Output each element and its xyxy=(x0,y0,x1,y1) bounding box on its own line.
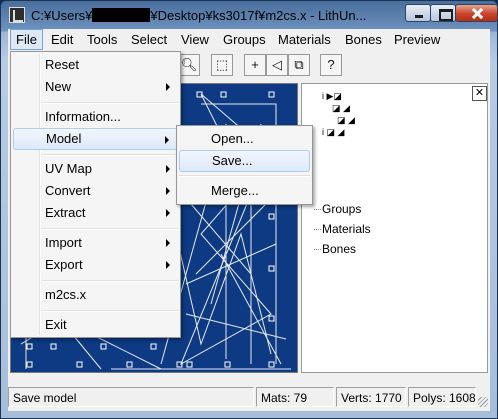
zoom-icon[interactable]: 🔍︎ xyxy=(178,54,200,76)
submenu-arrow-icon xyxy=(166,239,170,247)
menu-file[interactable]: File xyxy=(10,29,43,50)
tree-connector xyxy=(314,229,321,230)
status-polys: Polys: 1608 xyxy=(408,387,476,407)
menu-item-uv-map[interactable]: UV Map xyxy=(13,158,178,180)
status-mats: Mats: 79 xyxy=(256,387,334,407)
select-arrow-icon[interactable]: ◁ xyxy=(266,54,288,76)
menu-item-import[interactable]: Import xyxy=(13,232,178,254)
window-title: C:¥Users¥ ¥Desktop¥ks3017f¥m2cs.x - LithU… xyxy=(31,8,367,23)
zoom-region-icon[interactable]: ⬚ xyxy=(211,54,233,76)
tree-connector xyxy=(314,209,321,210)
status-bar: Save model Mats: 79 Verts: 1770 Polys: 1… xyxy=(8,383,490,411)
submenu-arrow-icon xyxy=(165,136,169,144)
status-verts: Verts: 1770 xyxy=(336,387,406,407)
menu-item-open[interactable]: Open... xyxy=(179,128,310,150)
submenu-arrow-icon xyxy=(166,83,170,91)
minimize-button[interactable] xyxy=(405,4,431,22)
menu-edit[interactable]: Edit xyxy=(46,29,78,50)
menu-preview[interactable]: Preview xyxy=(389,29,445,50)
move-icon[interactable]: + xyxy=(244,54,266,76)
menu-item-export[interactable]: Export xyxy=(13,254,178,276)
tree-item-materials[interactable]: Materials xyxy=(322,222,371,236)
submenu-arrow-icon xyxy=(166,187,170,195)
title-bar[interactable]: C:¥Users¥ ¥Desktop¥ks3017f¥m2cs.x - LithU… xyxy=(1,1,498,29)
model-submenu: Open... Save... Merge... xyxy=(176,125,313,205)
menu-bar: File Edit Tools Select View Groups Mater… xyxy=(8,29,490,51)
panel-close-icon[interactable]: ✕ xyxy=(472,86,487,101)
submenu-arrow-icon xyxy=(166,261,170,269)
bone-icons: i ▶◪ ◪ ◢ ◪ ◢ i ◪ ◢ xyxy=(322,91,355,137)
menu-materials[interactable]: Materials xyxy=(273,29,336,50)
maximize-button[interactable] xyxy=(430,4,456,22)
copy-icon[interactable]: ⧉ xyxy=(288,54,310,76)
menu-item-convert[interactable]: Convert xyxy=(13,180,178,202)
menu-select[interactable]: Select xyxy=(126,29,172,50)
menu-item-reset[interactable]: Reset xyxy=(13,54,178,76)
submenu-arrow-icon xyxy=(166,209,170,217)
menu-item-recent-file[interactable]: m2cs.x xyxy=(13,284,178,306)
menu-item-extract[interactable]: Extract xyxy=(13,202,178,224)
menu-item-model[interactable]: Model xyxy=(13,128,178,150)
status-message: Save model xyxy=(8,387,254,407)
close-button[interactable] xyxy=(455,4,498,22)
tree-connector xyxy=(314,249,321,250)
help-icon[interactable]: ? xyxy=(320,54,342,76)
menu-item-save[interactable]: Save... xyxy=(179,150,310,172)
app-icon[interactable] xyxy=(9,7,25,23)
resize-grip[interactable] xyxy=(478,397,488,407)
menu-tools[interactable]: Tools xyxy=(82,29,122,50)
menu-bones[interactable]: Bones xyxy=(340,29,387,50)
submenu-arrow-icon xyxy=(166,165,170,173)
menu-item-information[interactable]: Information... xyxy=(13,106,178,128)
scene-tree-panel[interactable]: i ▶◪ ◪ ◢ ◪ ◢ i ◪ ◢ ✕ Groups Materials Bon… xyxy=(301,83,488,373)
menu-groups[interactable]: Groups xyxy=(218,29,271,50)
menu-item-merge[interactable]: Merge... xyxy=(179,180,310,202)
tree-item-groups[interactable]: Groups xyxy=(322,202,361,216)
menu-view[interactable]: View xyxy=(176,29,214,50)
menu-item-exit[interactable]: Exit xyxy=(13,314,178,336)
redacted-username xyxy=(92,8,151,22)
tree-item-bones[interactable]: Bones xyxy=(322,242,356,256)
menu-item-new[interactable]: New xyxy=(13,76,178,98)
file-menu: Reset New Information... Model UV Map Co… xyxy=(10,51,181,338)
